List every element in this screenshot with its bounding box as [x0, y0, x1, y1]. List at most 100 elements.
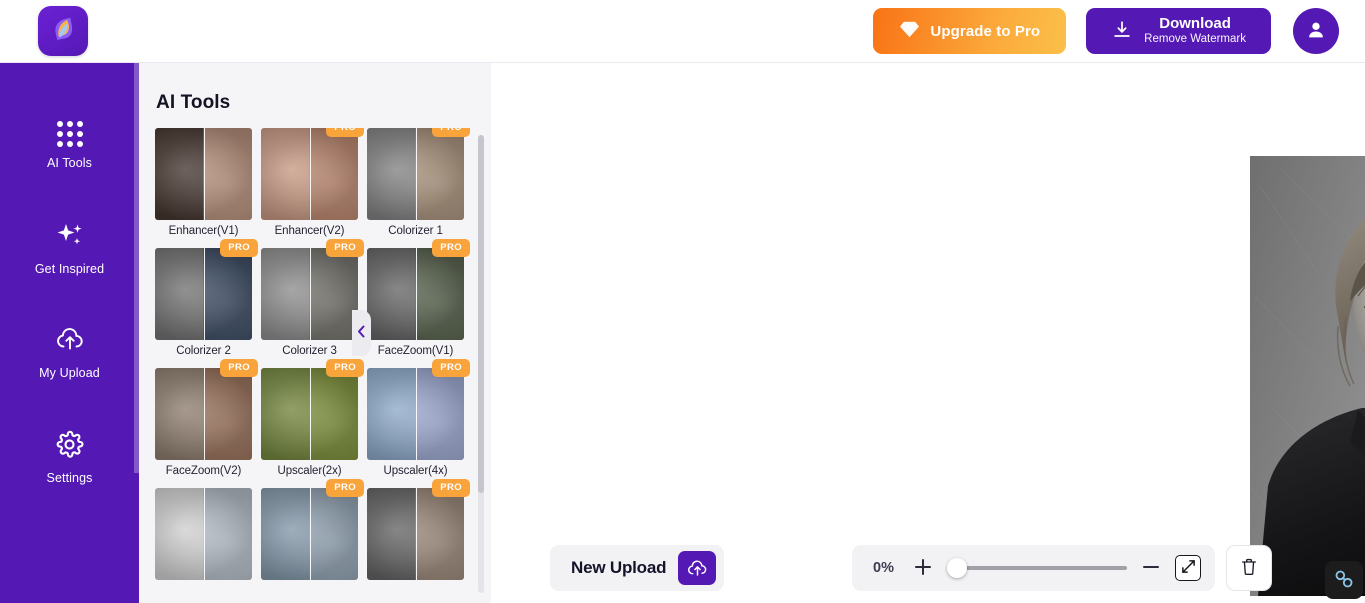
tool-label: Colorizer 2 [176, 345, 231, 357]
download-button-text: Download Remove Watermark [1144, 15, 1246, 46]
tool-thumbnail [367, 368, 464, 460]
fit-to-screen-button[interactable] [1175, 555, 1201, 581]
tool-card[interactable]: PRO Enhancer(V2) [261, 128, 364, 241]
zoom-slider[interactable] [947, 558, 1127, 578]
tool-label: Upscaler(2x) [277, 465, 342, 477]
pro-badge: PRO [326, 479, 364, 497]
delete-image-button[interactable] [1226, 545, 1272, 591]
tool-thumbnail [155, 248, 252, 340]
tool-thumbnail [261, 248, 358, 340]
before-after-divider [415, 368, 417, 460]
app-logo[interactable] [38, 6, 88, 56]
expand-arrows-icon [1181, 559, 1196, 577]
tool-thumbnail [155, 488, 252, 580]
tools-grid: Enhancer(V1) PRO Enhancer(V2) PRO Colorizer … [155, 128, 479, 580]
download-sublabel: Remove Watermark [1144, 32, 1246, 45]
before-after-divider [309, 128, 311, 220]
tool-thumbnail [261, 368, 358, 460]
new-upload-button[interactable]: New Upload [550, 545, 725, 591]
zoom-in-button[interactable] [913, 557, 933, 580]
app-header: Upgrade to Pro Download Remove Watermark [0, 0, 1365, 62]
zoom-slider-track [947, 566, 1127, 570]
sidebar-item-get-inspired[interactable]: Get Inspired [0, 197, 139, 301]
upgrade-to-pro-button[interactable]: Upgrade to Pro [873, 8, 1067, 54]
tool-card[interactable]: PRO [367, 479, 470, 580]
pro-badge: PRO [432, 479, 470, 497]
tool-card[interactable]: PRO FaceZoom(V2) [155, 359, 258, 481]
tool-thumbnail [155, 368, 252, 460]
zoom-out-button[interactable] [1141, 557, 1161, 580]
tool-label: Colorizer 1 [388, 225, 443, 237]
tool-thumbnail [261, 128, 358, 220]
sidebar-item-settings[interactable]: Settings [0, 405, 139, 509]
preview-photo[interactable] [1250, 156, 1365, 596]
account-avatar-button[interactable] [1293, 8, 1339, 54]
sidebar-item-my-upload[interactable]: My Upload [0, 301, 139, 405]
portrait-photo-graphic [1250, 156, 1365, 596]
tool-thumbnail [367, 248, 464, 340]
panel-title: AI Tools [156, 92, 231, 113]
tool-thumbnail [261, 488, 358, 580]
tool-label: FaceZoom(V2) [165, 465, 242, 477]
sidebar-item-label: Get Inspired [34, 262, 105, 276]
collapse-panel-button[interactable] [352, 310, 371, 356]
app-body: AI Tools Get Inspired My Upload Settings… [0, 62, 1365, 603]
sidebar-item-ai-tools[interactable]: AI Tools [0, 93, 139, 197]
before-after-divider [309, 248, 311, 340]
panel-scrollbar-thumb[interactable] [478, 135, 484, 493]
tool-card[interactable]: PRO FaceZoom(V1) [367, 239, 470, 361]
panel-scrollbar[interactable] [478, 135, 484, 593]
pro-badge: PRO [432, 239, 470, 257]
tools-scroll-area[interactable]: Enhancer(V1) PRO Enhancer(V2) PRO Colorizer … [139, 128, 491, 603]
left-navigation-rail: AI Tools Get Inspired My Upload Settings [0, 63, 139, 603]
before-after-divider [415, 248, 417, 340]
tool-card[interactable]: PRO Colorizer 2 [155, 239, 258, 361]
tool-label: Colorizer 3 [282, 345, 337, 357]
download-label: Download [1159, 15, 1231, 33]
before-after-divider [415, 128, 417, 220]
pro-badge: PRO [326, 359, 364, 377]
tool-card[interactable]: PRO Upscaler(2x) [261, 359, 364, 481]
image-canvas[interactable] [491, 63, 1365, 603]
tool-thumbnail [367, 488, 464, 580]
download-button[interactable]: Download Remove Watermark [1086, 8, 1271, 54]
plus-icon [913, 557, 933, 580]
chain-link-icon [1333, 568, 1355, 593]
zoom-percent-label: 0% [873, 560, 894, 576]
minus-icon [1141, 557, 1161, 580]
sparkles-icon [55, 222, 85, 253]
tool-label: Enhancer(V1) [168, 225, 239, 237]
tool-card[interactable]: Enhancer(V1) [155, 128, 252, 241]
new-upload-label: New Upload [571, 558, 667, 577]
diamond-icon [899, 20, 920, 43]
before-after-divider [203, 248, 205, 340]
app-root: Upgrade to Pro Download Remove Watermark [0, 0, 1365, 603]
before-after-divider [415, 488, 417, 580]
before-after-divider [203, 488, 205, 580]
sidebar-item-label: Settings [46, 470, 93, 485]
download-icon [1111, 19, 1133, 44]
zoom-controls: 0% [852, 545, 1215, 591]
tool-label: Enhancer(V2) [274, 225, 345, 237]
tool-card[interactable]: PRO Colorizer 1 [367, 128, 470, 241]
tool-label: Upscaler(4x) [383, 465, 448, 477]
sidebar-item-label: My Upload [39, 366, 100, 380]
tool-card[interactable] [155, 488, 252, 580]
before-after-divider [309, 488, 311, 580]
tool-card[interactable]: PRO Colorizer 3 [261, 239, 364, 361]
tool-label: FaceZoom(V1) [377, 345, 454, 357]
before-after-divider [203, 368, 205, 460]
sidebar-item-label: AI Tools [46, 155, 93, 170]
tool-thumbnail [367, 128, 464, 220]
tool-card[interactable]: PRO Upscaler(4x) [367, 359, 470, 481]
grid-dots-icon [56, 120, 83, 147]
upgrade-to-pro-label: Upgrade to Pro [930, 22, 1041, 40]
pro-badge: PRO [432, 128, 470, 137]
before-after-divider [309, 368, 311, 460]
zoom-slider-handle[interactable] [947, 558, 967, 578]
pro-badge: PRO [432, 359, 470, 377]
before-after-divider [203, 128, 205, 220]
copy-link-button[interactable] [1325, 561, 1363, 599]
tool-card[interactable]: PRO [261, 479, 364, 580]
cloud-upload-icon [678, 551, 717, 585]
